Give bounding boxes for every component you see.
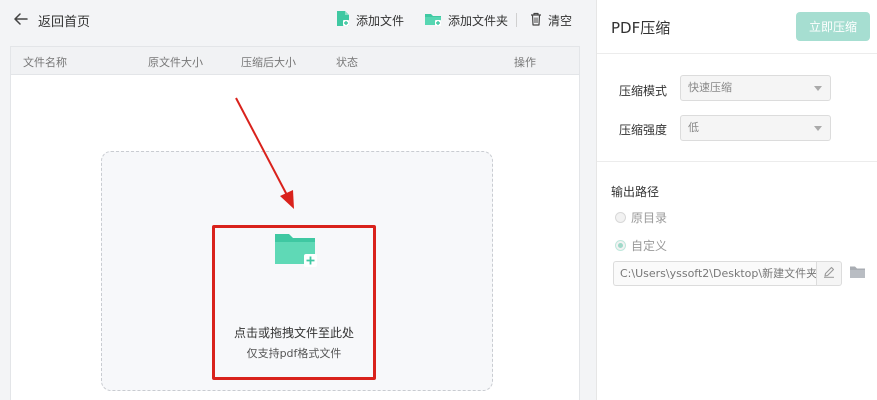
strength-label: 压缩强度 [619,123,668,137]
dropzone-title: 点击或拖拽文件至此处 [233,326,354,340]
add-file-label: 添加文件 [356,13,405,28]
settings-panel: PDF压缩 立即压缩 压缩模式 快速压缩 压缩强度 低 输出路径 原目录 自定义… [596,0,877,400]
edit-path-button[interactable] [816,261,842,286]
back-home-label: 返回首页 [38,14,91,30]
strength-value: 低 [688,121,699,134]
divider [597,53,877,54]
toolbar: 返回首页 添加文件 添加文件夹 清空 [0,0,596,40]
radio-circle-selected [615,240,626,251]
chevron-down-icon [814,86,822,91]
file-area: 返回首页 添加文件 添加文件夹 清空 文件名称 原文件大小 压缩后大小 状态 操… [0,0,596,400]
add-folder-button[interactable]: 添加文件夹 [424,9,508,31]
compress-now-button[interactable]: 立即压缩 [796,12,870,41]
mode-select[interactable]: 快速压缩 [680,75,831,101]
add-folder-label: 添加文件夹 [448,13,509,28]
arrow-left-icon [14,12,28,28]
radio-original-label: 原目录 [631,211,668,225]
strength-select[interactable]: 低 [680,115,831,141]
toolbar-divider [516,13,517,27]
add-file-icon [336,10,350,30]
column-status: 状态 [336,56,358,69]
clear-button[interactable]: 清空 [530,9,572,31]
column-original-size: 原文件大小 [148,56,203,69]
trash-icon [530,12,542,29]
radio-original-directory[interactable]: 原目录 [615,209,667,226]
output-path-title: 输出路径 [611,185,660,199]
mode-value: 快速压缩 [688,81,732,94]
panel-title: PDF压缩 [611,19,671,37]
column-compressed-size: 压缩后大小 [241,56,296,69]
folder-plus-icon[interactable] [274,232,318,271]
add-file-button[interactable]: 添加文件 [336,9,404,31]
dropzone-subtitle: 仅支持pdf格式文件 [246,347,342,360]
chevron-down-icon [814,126,822,131]
folder-icon[interactable] [849,265,866,282]
output-path-field[interactable]: C:\Users\yssoft2\Desktop\新建文件夹 [613,261,816,286]
mode-label: 压缩模式 [619,84,668,98]
column-actions: 操作 [514,56,536,69]
back-home-button[interactable]: 返回首页 [14,9,90,31]
pointer-arrow [235,97,294,209]
radio-custom-directory[interactable]: 自定义 [615,237,667,254]
column-file-name: 文件名称 [23,56,67,69]
radio-custom-label: 自定义 [631,239,668,253]
radio-circle [615,212,626,223]
table-header: 文件名称 原文件大小 压缩后大小 状态 操作 [11,47,579,75]
divider [597,161,877,162]
clear-label: 清空 [548,13,573,28]
edit-icon [823,266,835,281]
add-folder-icon [424,12,442,29]
